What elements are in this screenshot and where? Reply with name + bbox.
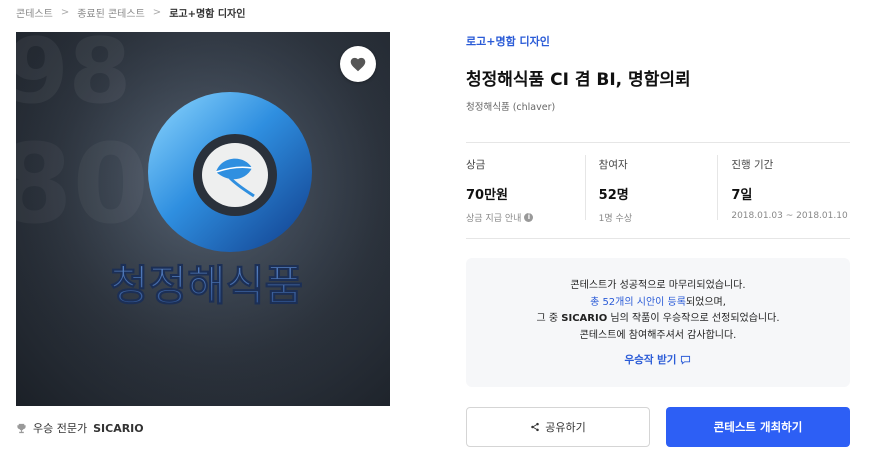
trophy-icon	[17, 423, 26, 433]
receive-winning-work-button[interactable]: 우승작 받기	[625, 352, 692, 369]
breadcrumb-separator: >	[60, 7, 70, 18]
notice-line: 총 52개의 시안이 등록되었으며,	[466, 295, 850, 312]
contest-result-notice: 콘테스트가 성공적으로 마무리되었습니다. 총 52개의 시안이 등록되었으며,…	[466, 258, 850, 387]
share-button[interactable]: 공유하기	[466, 407, 650, 447]
stat-label: 상금	[466, 159, 486, 171]
favorite-button[interactable]	[340, 46, 376, 82]
logo-wordmark: 청정해식품	[110, 261, 304, 311]
contest-owner[interactable]: 청정해식품 (chlaver)	[466, 99, 555, 113]
host-contest-button[interactable]: 콘테스트 개최하기	[666, 407, 850, 447]
breadcrumb-item-ended-contests[interactable]: 종료된 콘테스트	[77, 5, 145, 20]
share-label: 공유하기	[545, 421, 586, 434]
contest-category[interactable]: 로고+명함 디자인	[466, 33, 550, 49]
stat-sub: 상금 지급 안내	[466, 214, 522, 224]
stat-label: 참여자	[598, 159, 628, 171]
breadcrumb: 콘테스트 > 종료된 콘테스트 > 로고+명함 디자인	[16, 5, 245, 20]
breadcrumb-item-contests[interactable]: 콘테스트	[16, 5, 53, 20]
prize-info-link[interactable]: 상금 지급 안내 i	[466, 211, 585, 224]
stat-prize: 상금 70만원 상금 지급 안내 i	[466, 143, 585, 238]
info-icon: i	[524, 213, 534, 222]
contest-title: 청정해식품 CI 겸 BI, 명함의뢰	[466, 70, 691, 90]
notice-text: 그 중	[536, 313, 562, 324]
notice-text: 되었으며,	[685, 296, 726, 308]
breadcrumb-separator: >	[152, 7, 162, 18]
submissions-link[interactable]: 총 52개의 시안이 등록	[590, 297, 686, 308]
stat-sub: 2018.01.03 ~ 2018.01.10	[731, 211, 848, 221]
breadcrumb-item-current: 로고+명함 디자인	[169, 9, 246, 20]
stat-label: 진행 기간	[731, 159, 774, 171]
winner-info: 우승 전문가 SICARIO	[16, 420, 144, 436]
divider	[466, 238, 850, 239]
stat-value: 52명	[598, 188, 629, 203]
contest-stats: 상금 70만원 상금 지급 안내 i 참여자 52명 1명 수상 진행 기간 7…	[466, 143, 850, 238]
heart-icon	[350, 57, 366, 72]
stat-sub: 1명 수상	[598, 214, 633, 224]
notice-text: 님의 작품이 우승작으로 선정되었습니다.	[607, 313, 780, 324]
logo-wordmark-text: 청정해식품	[110, 261, 303, 310]
receive-label: 우승작 받기	[624, 354, 677, 366]
notice-line: 그 중 SICARIO 님의 작품이 우승작으로 선정되었습니다.	[466, 311, 850, 328]
share-icon	[531, 422, 539, 432]
stat-value: 70만원	[466, 188, 509, 203]
notice-line: 콘테스트가 성공적으로 마무리되었습니다.	[570, 280, 746, 291]
winner-label: 우승 전문가	[33, 422, 88, 435]
chat-icon	[681, 356, 691, 365]
contest-hero-image: 98 80 청정해식품	[16, 32, 390, 406]
winner-name-inline: SICARIO	[561, 313, 608, 324]
stat-period: 진행 기간 7일 2018.01.03 ~ 2018.01.10	[717, 143, 850, 238]
stat-value: 7일	[731, 188, 753, 203]
notice-line: 콘테스트에 참여해주셔서 감사합니다.	[579, 329, 737, 341]
winner-name[interactable]: SICARIO	[93, 422, 144, 435]
stat-participants: 참여자 52명 1명 수상	[584, 143, 718, 238]
